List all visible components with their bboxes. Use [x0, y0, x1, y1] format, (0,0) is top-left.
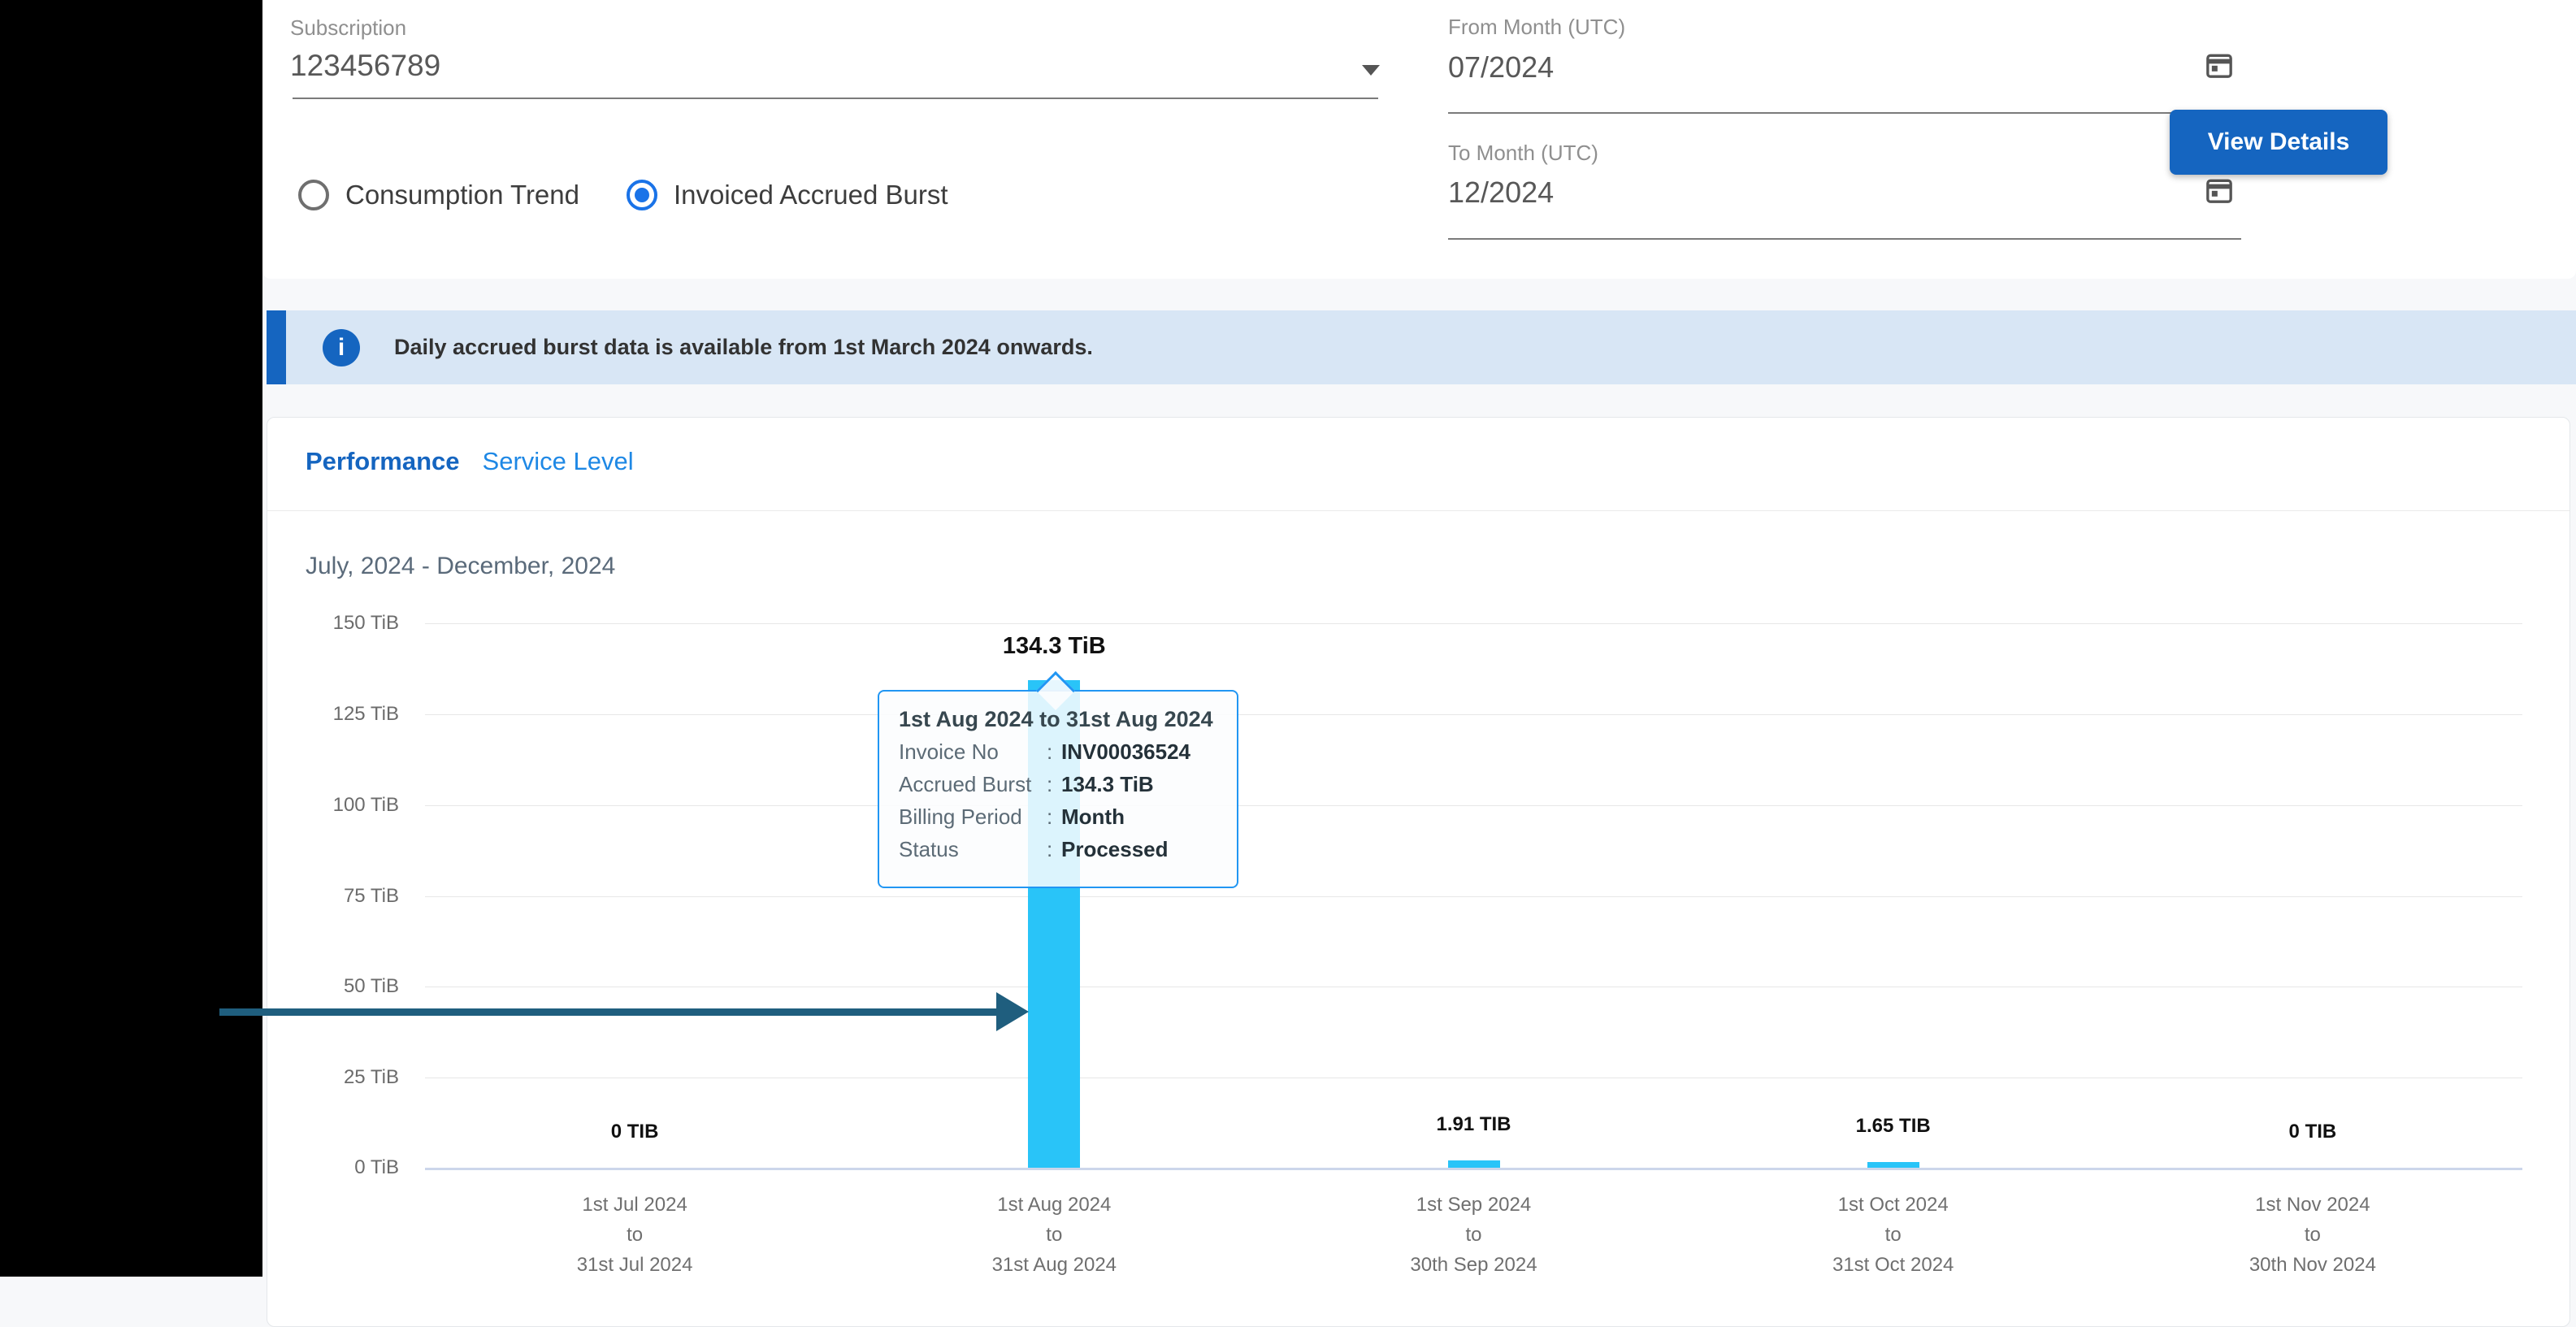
gridline-150 — [425, 623, 2522, 624]
filter-panel: Subscription 123456789 Consumption Trend… — [262, 0, 2576, 279]
tooltip-row-label: Status — [899, 837, 959, 861]
chart-card: Performance Service Level July, 2024 - D… — [267, 417, 2570, 1327]
calendar-icon[interactable] — [2203, 174, 2236, 210]
from-month-input[interactable]: 07/2024 — [1448, 50, 1554, 85]
tooltip-title: 1st Aug 2024 to 31st Aug 2024 — [899, 707, 1213, 731]
radio-consumption-trend[interactable] — [298, 180, 329, 210]
to-month-input[interactable]: 12/2024 — [1448, 176, 1554, 210]
bar-value-label: 134.3 TiB — [1002, 633, 1106, 659]
bar-value-label: 0 TIB — [2288, 1121, 2337, 1143]
tooltip-row-label: Accrued Burst — [899, 772, 1032, 796]
tooltip-row-value: 134.3 TiB — [1061, 772, 1154, 796]
radio-invoiced-accrued-burst[interactable] — [627, 180, 657, 210]
gridline-75 — [425, 896, 2522, 897]
subscription-value: 123456789 — [290, 49, 441, 82]
banner-text: Daily accrued burst data is available fr… — [394, 335, 1093, 359]
x-axis-label: 1st Nov 2024 to 30th Nov 2024 — [2249, 1194, 2376, 1276]
bar-value-label: 1.65 TIB — [1855, 1115, 1931, 1137]
x-axis-label: 1st Aug 2024 to 31st Aug 2024 — [991, 1194, 1117, 1276]
bar-value-label: 1.91 TIB — [1436, 1113, 1511, 1135]
plot-area: 0 TIB 1st Jul 2024 to 31st Jul 2024 134.3 Ti… — [267, 418, 2569, 1326]
tooltip-row-value: Month — [1061, 804, 1125, 829]
x-axis-label: 1st Jul 2024 to 31st Jul 2024 — [576, 1194, 693, 1276]
x-axis-label: 1st Oct 2024 to 31st Oct 2024 — [1832, 1194, 1954, 1276]
chart-type-radio-group: Consumption Trend Invoiced Accrued Burst — [298, 176, 948, 214]
annotation-arrow-head-icon — [996, 992, 1029, 1031]
gridline-100 — [425, 805, 2522, 806]
bar-3[interactable] — [1867, 1162, 1919, 1168]
x-axis-label: 1st Sep 2024 to 30th Sep 2024 — [1410, 1194, 1537, 1276]
info-icon: i — [323, 329, 360, 366]
left-black-panel — [0, 0, 262, 1277]
view-details-button[interactable]: View Details — [2170, 110, 2387, 175]
calendar-icon[interactable] — [2203, 49, 2236, 85]
x-axis-line — [425, 1168, 2522, 1170]
bar-value-label: 0 TIB — [610, 1121, 659, 1143]
to-month-label: To Month (UTC) — [1448, 141, 1598, 165]
tooltip-row-value: Processed — [1061, 837, 1169, 861]
radio-consumption-trend-label[interactable]: Consumption Trend — [345, 180, 579, 210]
bar-2[interactable] — [1447, 1160, 1500, 1168]
tooltip-row-value: INV00036524 — [1061, 739, 1191, 764]
to-month-underline — [1448, 238, 2241, 240]
tooltip-row-label: Invoice No — [899, 739, 999, 764]
info-banner: i Daily accrued burst data is available … — [267, 310, 2576, 384]
tooltip-row-label: Billing Period — [899, 804, 1022, 829]
banner-accent-bar — [267, 310, 286, 384]
subscription-select[interactable] — [293, 98, 1378, 99]
dropdown-arrow-icon[interactable] — [1362, 65, 1380, 76]
from-month-label: From Month (UTC) — [1448, 15, 1626, 39]
subscription-label: Subscription — [290, 15, 407, 40]
radio-invoiced-accrued-burst-label[interactable]: Invoiced Accrued Burst — [674, 180, 948, 210]
bar-tooltip: 1st Aug 2024 to 31st Aug 2024 Invoice No… — [878, 670, 1238, 888]
annotation-arrow-line — [219, 1008, 998, 1016]
from-month-underline — [1448, 112, 2241, 114]
gridline-125 — [425, 714, 2522, 715]
